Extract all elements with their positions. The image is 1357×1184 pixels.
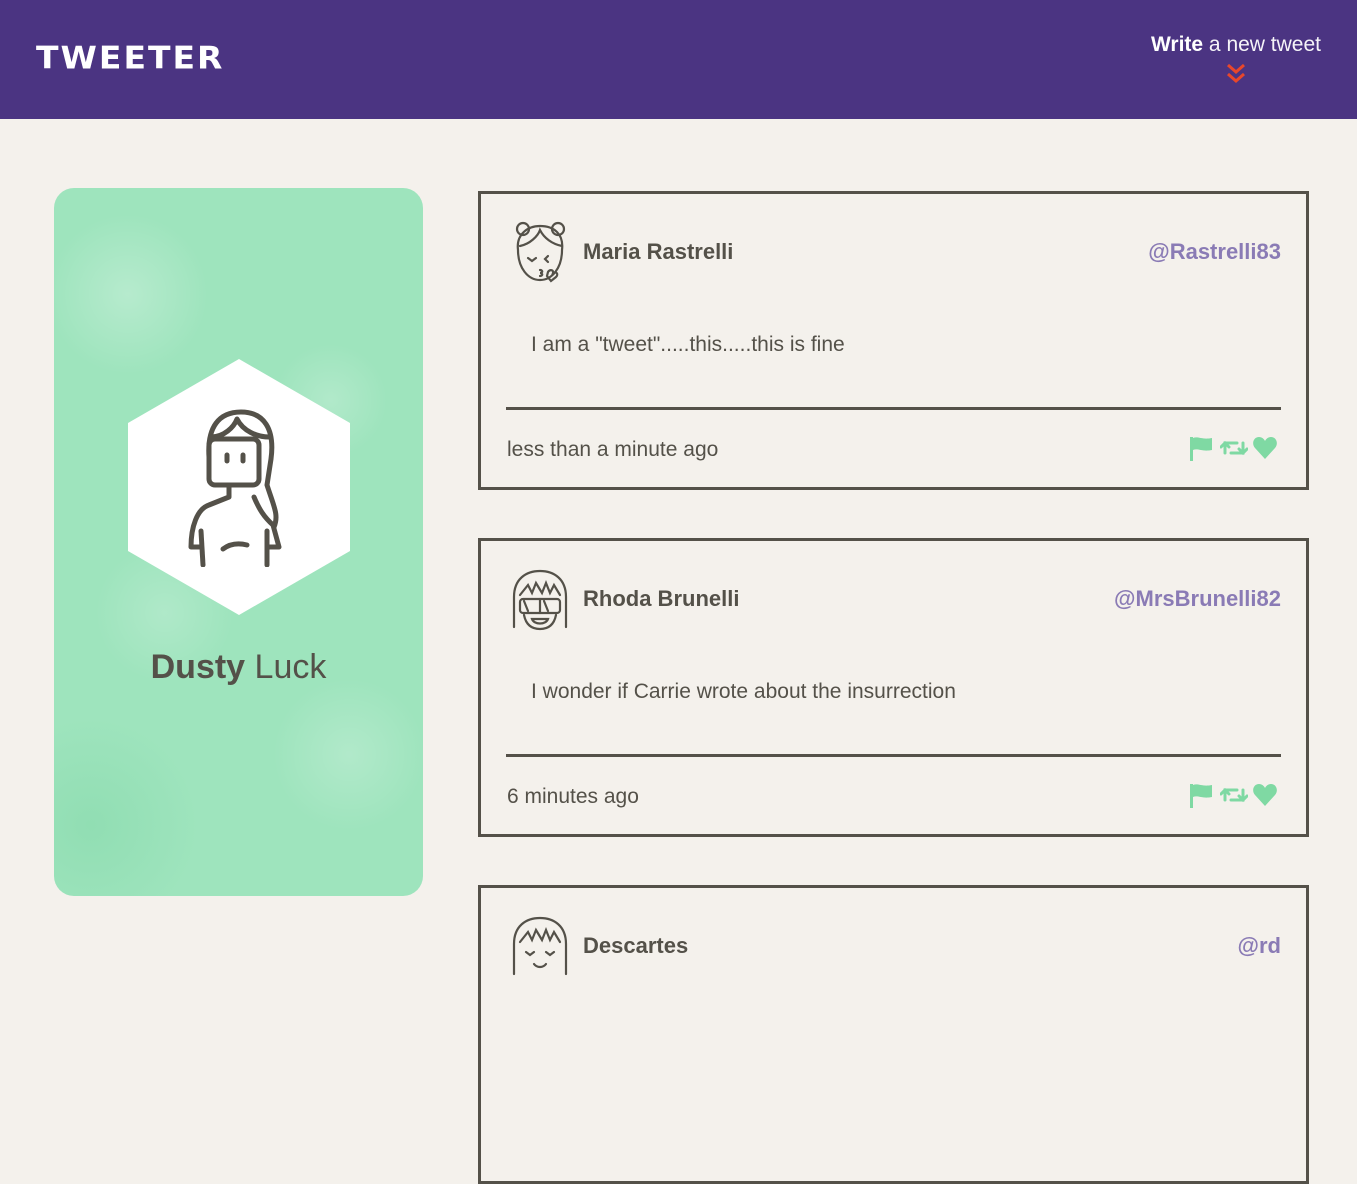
tweet-content: I am a "tweet".....this.....this is fine [531,333,845,356]
tweet-timestamp: 6 minutes ago [507,785,639,808]
tweet-actions [1188,435,1278,461]
profile-last-name: Luck [245,648,327,686]
tweet-author-name: Rhoda Brunelli [583,586,740,611]
tweet-card: Rhoda Brunelli @MrsBrunelli82 I wonder i… [478,538,1309,837]
flag-icon[interactable] [1188,782,1214,808]
double-chevron-down-icon[interactable] [1226,63,1246,85]
tweet-divider [506,407,1281,410]
tweet-author-name: Maria Rastrelli [583,239,734,264]
write-label-bold: Write [1150,33,1204,56]
profile-first-name: Dusty [150,648,246,686]
user-avatar-icon [515,221,566,283]
profile-card: Dusty Luck [54,188,423,896]
user-avatar-icon [512,916,568,976]
tweet-author-handle[interactable]: @Rastrelli83 [1148,239,1281,265]
heart-icon[interactable] [1252,435,1278,461]
tweet-timestamp: less than a minute ago [507,438,719,461]
profile-avatar-icon [188,409,282,567]
flag-icon[interactable] [1188,435,1214,461]
tweet-author-name: Descartes [583,933,689,958]
retweet-icon[interactable] [1219,782,1249,808]
profile-avatar-frame [128,359,350,615]
heart-icon[interactable] [1252,782,1278,808]
write-new-tweet-button[interactable]: Write a new tweet [1151,33,1321,85]
app-logo[interactable]: TWEETER [36,39,224,76]
top-nav: TWEETER Write a new tweet [0,0,1357,119]
user-avatar-icon [512,569,568,631]
tweet-divider [506,754,1281,757]
tweet-author-handle[interactable]: @MrsBrunelli82 [1114,586,1281,612]
retweet-icon[interactable] [1219,435,1249,461]
tweet-content: I wonder if Carrie wrote about the insur… [531,680,956,703]
profile-name: Dusty Luck [54,648,423,687]
tweet-author-handle[interactable]: @rd [1238,933,1281,959]
tweet-actions [1188,782,1278,808]
write-label-rest: a new tweet [1203,33,1321,56]
tweet-card: Descartes @rd [478,885,1309,1184]
tweet-card: Maria Rastrelli @Rastrelli83 I am a "twe… [478,191,1309,490]
